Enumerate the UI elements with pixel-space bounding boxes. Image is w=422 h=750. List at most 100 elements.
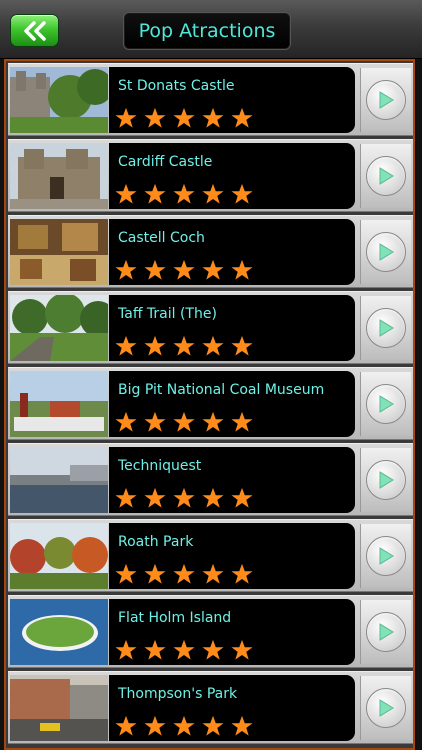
play-arrow-icon [379,243,394,261]
star-icon [202,563,224,584]
star-icon [115,715,137,736]
attractions-list[interactable]: St Donats Castle Cardiff Castle Castell … [4,59,415,750]
star-icon [231,563,253,584]
list-item[interactable]: Taff Trail (The) [8,291,413,364]
page-title: Pop Atractions [123,12,291,50]
star-icon [173,183,195,204]
rating-stars [115,639,260,661]
attraction-photo [10,523,108,589]
star-icon [115,335,137,356]
rating-stars [115,183,260,205]
attraction-info: Big Pit National Coal Museum [109,371,355,437]
attraction-name: Castell Coch [118,230,205,246]
star-icon [115,183,137,204]
star-icon [231,715,253,736]
star-icon [231,183,253,204]
list-item[interactable]: St Donats Castle [8,63,413,136]
play-arrow-icon [379,471,394,489]
open-details-button[interactable] [360,68,411,132]
double-chevron-left-icon [23,20,46,41]
rating-stars [115,107,260,129]
star-icon [202,183,224,204]
star-icon [144,487,166,508]
play-arrow-icon [379,167,394,185]
attraction-info: Taff Trail (The) [109,295,355,361]
open-details-button[interactable] [360,600,411,664]
star-icon [115,107,137,128]
open-details-button[interactable] [360,220,411,284]
attraction-info: St Donats Castle [109,67,355,133]
star-icon [231,639,253,660]
attraction-name: St Donats Castle [118,78,235,94]
list-item[interactable]: Big Pit National Coal Museum [8,367,413,440]
attraction-photo [10,599,108,665]
rating-stars [115,487,260,509]
play-arrow-icon [379,547,394,565]
open-details-button[interactable] [360,676,411,740]
attraction-photo [10,219,108,285]
rating-stars [115,411,260,433]
attraction-info: Castell Coch [109,219,355,285]
open-details-button[interactable] [360,372,411,436]
attraction-name: Thompson's Park [118,686,238,702]
rating-stars [115,335,260,357]
attraction-photo [10,67,108,133]
star-icon [173,259,195,280]
attraction-photo [10,675,108,741]
star-icon [115,259,137,280]
star-icon [173,715,195,736]
star-icon [173,563,195,584]
star-icon [144,715,166,736]
attraction-photo [10,371,108,437]
list-item[interactable]: Techniquest [8,443,413,516]
star-icon [115,563,137,584]
star-icon [173,107,195,128]
attraction-name: Taff Trail (The) [118,306,217,322]
play-arrow-icon [379,395,394,413]
star-icon [173,335,195,356]
star-icon [115,411,137,432]
attraction-info: Flat Holm Island [109,599,355,665]
list-item[interactable]: Flat Holm Island [8,595,413,668]
list-item[interactable]: Thompson's Park [8,671,413,744]
star-icon [173,639,195,660]
star-icon [144,107,166,128]
list-item[interactable]: Castell Coch [8,215,413,288]
star-icon [115,487,137,508]
attraction-name: Techniquest [118,458,202,474]
star-icon [173,487,195,508]
star-icon [144,563,166,584]
rating-stars [115,715,260,737]
star-icon [202,335,224,356]
star-icon [231,107,253,128]
star-icon [202,639,224,660]
star-icon [231,411,253,432]
open-details-button[interactable] [360,144,411,208]
rating-stars [115,563,260,585]
attraction-name: Cardiff Castle [118,154,213,170]
attraction-info: Roath Park [109,523,355,589]
open-details-button[interactable] [360,524,411,588]
play-arrow-icon [379,699,394,717]
star-icon [231,487,253,508]
play-arrow-icon [379,91,394,109]
attraction-photo [10,143,108,209]
top-bar: Pop Atractions [0,0,422,59]
attraction-name: Flat Holm Island [118,610,232,626]
back-button[interactable] [10,14,59,47]
attraction-photo [10,447,108,513]
star-icon [231,259,253,280]
star-icon [173,411,195,432]
star-icon [115,639,137,660]
attraction-info: Cardiff Castle [109,143,355,209]
open-details-button[interactable] [360,448,411,512]
star-icon [144,183,166,204]
star-icon [144,639,166,660]
star-icon [231,335,253,356]
star-icon [202,487,224,508]
list-item[interactable]: Cardiff Castle [8,139,413,212]
star-icon [202,107,224,128]
open-details-button[interactable] [360,296,411,360]
list-item[interactable]: Roath Park [8,519,413,592]
star-icon [202,259,224,280]
